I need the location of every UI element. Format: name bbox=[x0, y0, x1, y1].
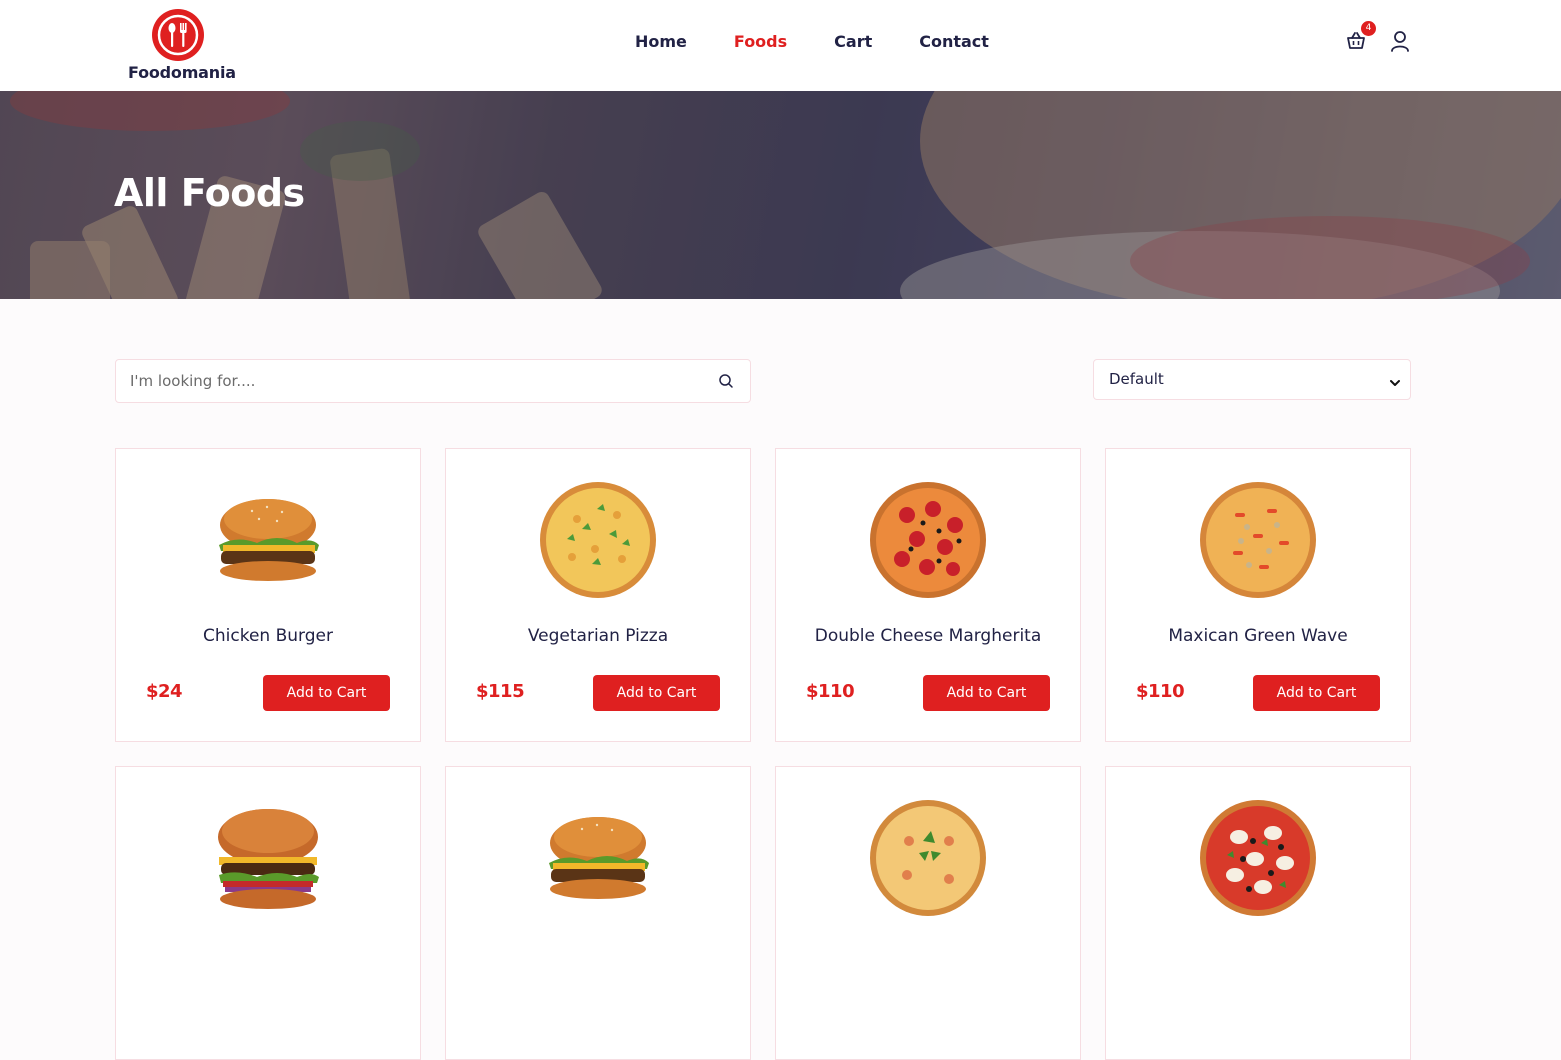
logo-icon bbox=[152, 9, 204, 61]
product-price: $24 bbox=[146, 681, 183, 702]
product-title[interactable]: Double Cheese Margherita bbox=[776, 626, 1080, 646]
nav-home[interactable]: Home bbox=[635, 32, 687, 51]
product-image-burger[interactable] bbox=[537, 797, 659, 919]
site-header: Foodomania Home Foods Cart Contact 4 bbox=[0, 0, 1561, 91]
product-image-bacon-burger[interactable] bbox=[207, 797, 329, 919]
product-title[interactable]: Chicken Burger bbox=[116, 626, 420, 646]
product-image-olive-pizza[interactable] bbox=[1197, 797, 1319, 919]
add-to-cart-button[interactable]: Add to Cart bbox=[593, 675, 720, 711]
search-icon[interactable] bbox=[718, 373, 734, 389]
hero-banner: All Foods bbox=[0, 91, 1561, 299]
product-image-pepperoni-pizza[interactable] bbox=[867, 479, 989, 601]
logo-text: Foodomania bbox=[128, 63, 236, 82]
product-card: Double Cheese Margherita $110 Add to Car… bbox=[775, 448, 1081, 742]
product-card bbox=[775, 766, 1081, 1060]
product-image-burger[interactable] bbox=[207, 479, 329, 601]
search-box bbox=[115, 359, 751, 403]
product-card: Vegetarian Pizza $115 Add to Cart bbox=[445, 448, 751, 742]
product-title[interactable]: Maxican Green Wave bbox=[1106, 626, 1410, 646]
search-input[interactable] bbox=[130, 369, 320, 393]
product-price: $115 bbox=[476, 681, 525, 702]
cart-count-badge: 4 bbox=[1361, 21, 1376, 36]
add-to-cart-button[interactable]: Add to Cart bbox=[263, 675, 390, 711]
product-card bbox=[445, 766, 751, 1060]
product-card bbox=[115, 766, 421, 1060]
product-price: $110 bbox=[806, 681, 855, 702]
nav-cart[interactable]: Cart bbox=[834, 32, 872, 51]
product-image-veg-pizza[interactable] bbox=[537, 479, 659, 601]
product-price: $110 bbox=[1136, 681, 1185, 702]
sort-select[interactable]: Default bbox=[1093, 359, 1411, 400]
product-card: Maxican Green Wave $110 Add to Cart bbox=[1105, 448, 1411, 742]
nav-foods[interactable]: Foods bbox=[734, 32, 787, 51]
add-to-cart-button[interactable]: Add to Cart bbox=[1253, 675, 1380, 711]
product-title[interactable]: Vegetarian Pizza bbox=[446, 626, 750, 646]
product-image-veggie-pizza[interactable] bbox=[1197, 479, 1319, 601]
main-nav: Home Foods Cart Contact bbox=[635, 32, 1036, 51]
logo[interactable]: Foodomania bbox=[128, 9, 236, 82]
product-image-basil-pizza[interactable] bbox=[867, 797, 989, 919]
nav-contact[interactable]: Contact bbox=[919, 32, 989, 51]
chevron-down-icon bbox=[1389, 374, 1401, 386]
product-card: Chicken Burger $24 Add to Cart bbox=[115, 448, 421, 742]
add-to-cart-button[interactable]: Add to Cart bbox=[923, 675, 1050, 711]
product-card bbox=[1105, 766, 1411, 1060]
page-title: All Foods bbox=[114, 171, 305, 215]
sort-selected-value: Default bbox=[1109, 370, 1164, 388]
user-icon[interactable] bbox=[1390, 30, 1410, 52]
